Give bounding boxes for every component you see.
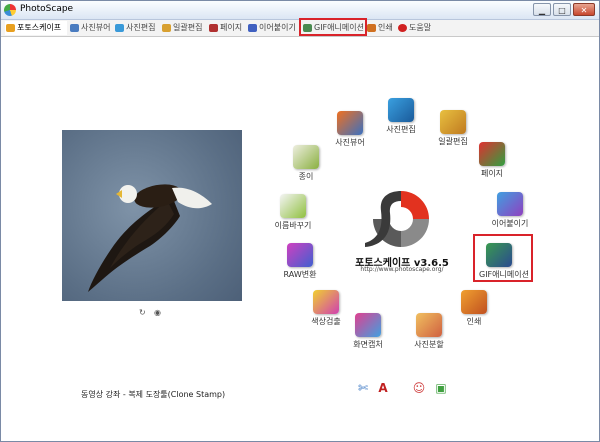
app-url[interactable]: http://www.photoscape.org/ [353, 266, 451, 273]
user-icon[interactable]: ☺ [411, 380, 427, 396]
minimize-button[interactable]: ▁ [533, 3, 551, 16]
tab-help[interactable]: 도움말 [397, 21, 439, 35]
splitter-icon [416, 313, 442, 337]
node-print[interactable]: 인쇄 [454, 290, 494, 327]
tab-photoscape[interactable]: 포토스케이프 [5, 21, 67, 35]
view-icon[interactable]: ◉ [154, 308, 161, 317]
node-rename[interactable]: 이름바꾸기 [273, 194, 313, 231]
logo-icon [365, 191, 429, 247]
editor-icon [115, 24, 124, 32]
print-icon [367, 24, 376, 32]
node-splitter[interactable]: 사진분할 [409, 313, 449, 350]
window-title: PhotoScape [20, 4, 74, 14]
node-colorpicker[interactable]: 색상검출 [306, 290, 346, 327]
maximize-button[interactable]: □ [553, 3, 571, 16]
combine-icon [497, 192, 523, 216]
status-link[interactable]: 동영상 강좌 - 복제 도장툴(Clone Stamp) [81, 389, 225, 400]
node-viewer[interactable]: 사진뷰어 [330, 111, 370, 148]
photoscape-logo-icon [4, 4, 16, 16]
language-icon[interactable]: A [375, 380, 391, 396]
screencapture-icon [355, 313, 381, 337]
page-icon [479, 142, 505, 166]
tab-print[interactable]: 인쇄 [366, 21, 398, 35]
tools-icon[interactable]: ✄ [355, 380, 371, 396]
viewer-icon [337, 111, 363, 135]
node-page[interactable]: 페이지 [472, 142, 512, 179]
node-raw[interactable]: RAW변환 [280, 243, 320, 280]
close-button[interactable]: ✕ [573, 3, 595, 16]
batch-icon [440, 110, 466, 134]
gif-tab-highlight [299, 18, 367, 36]
paper-icon [293, 145, 319, 169]
photoscape-icon [6, 24, 15, 32]
photoscape-logo [361, 187, 441, 251]
colorpicker-icon [313, 290, 339, 314]
node-combine[interactable]: 이어붙이기 [490, 192, 530, 229]
rename-icon [280, 194, 306, 218]
raw-icon [287, 243, 313, 267]
node-screencapture[interactable]: 화면캡처 [348, 313, 388, 350]
node-editor[interactable]: 사진편집 [381, 98, 421, 135]
gif-node-highlight [473, 234, 533, 282]
print-icon [461, 290, 487, 314]
viewer-icon [70, 24, 79, 32]
help-icon [398, 24, 407, 32]
image-icon[interactable]: ▣ [433, 380, 449, 396]
node-batch[interactable]: 일괄편집 [433, 110, 473, 147]
tab-page[interactable]: 페이지 [208, 21, 250, 35]
tab-combine[interactable]: 이어붙이기 [247, 21, 305, 35]
app-window: PhotoScape ▁ □ ✕ 포토스케이프 사진뷰어 사진편집 일괄편집 페… [0, 0, 600, 442]
eagle-image [88, 184, 212, 292]
rotate-icon[interactable]: ↻ [139, 308, 146, 317]
page-icon [209, 24, 218, 32]
batch-icon [162, 24, 171, 32]
photo-preview [62, 130, 242, 301]
editor-icon [388, 98, 414, 122]
combine-icon [248, 24, 257, 32]
node-paper[interactable]: 종이 [286, 145, 326, 182]
